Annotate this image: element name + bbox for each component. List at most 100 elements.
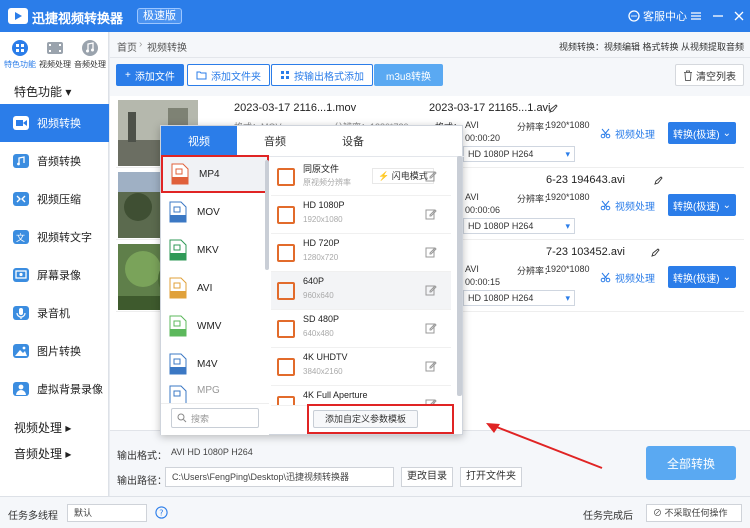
format-list-scrollbar[interactable] xyxy=(265,160,269,270)
section-audio-processing[interactable]: 音频处理 ▸ xyxy=(14,445,71,462)
preset-item-original[interactable]: 同原文件 原视频分辨率 ⚡ 闪电模式 xyxy=(271,158,451,196)
minimize-button[interactable] xyxy=(711,9,725,23)
edit-icon[interactable] xyxy=(425,208,437,220)
convert-all-button[interactable]: 全部转换 xyxy=(646,446,736,480)
sidebar-item-label: 音频转换 xyxy=(37,156,81,168)
video-process-label: 视频处理 xyxy=(615,130,655,141)
video-preset-icon xyxy=(277,320,295,338)
video-process-button[interactable]: 视频处理 xyxy=(600,126,655,141)
sidebar-item-virtual-bg[interactable]: 虚拟背景录像 xyxy=(0,370,109,408)
preset-item-4k-uhdtv[interactable]: 4K UHDTV 3840x2160 xyxy=(271,348,451,386)
flash-mode-label: 闪电模式 xyxy=(391,171,428,181)
preset-item-720p[interactable]: HD 720P 1280x720 xyxy=(271,234,451,272)
format-item-mov[interactable]: MOV xyxy=(161,193,269,231)
service-center-link[interactable]: 客服中心 xyxy=(628,9,687,23)
chat-icon xyxy=(628,10,640,22)
video-process-button[interactable]: 视频处理 xyxy=(600,270,655,285)
preset-item-640p[interactable]: 640P 960x640 xyxy=(271,272,451,310)
sidebar-item-audio-convert[interactable]: 音频转换 xyxy=(0,142,109,180)
clear-list-button[interactable]: 清空列表 xyxy=(675,64,744,86)
app-logo-icon xyxy=(8,7,28,25)
breadcrumb-current: 视频转换 xyxy=(147,43,187,54)
format-item-avi[interactable]: AVI xyxy=(161,269,269,307)
output-file-name: 6-23 194643.avi xyxy=(546,174,625,186)
grid-icon xyxy=(281,71,289,79)
convert-button[interactable]: 转换(极速) ⌄ xyxy=(668,194,736,216)
convert-button[interactable]: 转换(极速) ⌄ xyxy=(668,122,736,144)
preset-select[interactable]: HD 1080P H264 ▾ xyxy=(463,290,575,306)
m3u8-convert-button[interactable]: m3u8转换 xyxy=(374,64,444,86)
tab-video[interactable]: 视频 xyxy=(161,126,237,156)
search-input[interactable]: 搜索 xyxy=(171,408,259,428)
preset-value: HD 1080P H264 xyxy=(468,221,534,231)
edit-name-icon[interactable] xyxy=(651,248,660,257)
chevron-down-icon: ⌄ xyxy=(722,271,732,283)
screen-record-icon xyxy=(12,266,30,284)
preset-desc: 3840x2160 xyxy=(303,367,343,376)
close-button[interactable] xyxy=(732,9,746,23)
preset-item-480p[interactable]: SD 480P 640x480 xyxy=(271,310,451,348)
preset-select[interactable]: HD 1080P H264 ▾ xyxy=(463,218,575,234)
sidebar-item-video-to-text[interactable]: 文 视频转文字 xyxy=(0,218,109,256)
plus-icon: + xyxy=(125,69,131,81)
breadcrumb-links[interactable]: 视频转换：视频编辑 格式转换 从视频提取音频 xyxy=(559,40,744,53)
format-item-mkv[interactable]: MKV xyxy=(161,231,269,269)
output-path-field[interactable]: C:\Users\FengPing\Desktop\迅捷视频转换器 xyxy=(165,467,394,487)
multithread-select[interactable]: 默认 xyxy=(67,504,147,522)
recorder-icon xyxy=(12,304,30,322)
edit-icon[interactable] xyxy=(425,246,437,258)
annotation-arrow xyxy=(486,423,603,469)
edit-name-icon[interactable] xyxy=(549,104,558,113)
sidebar-item-video-compress[interactable]: 视频压缩 xyxy=(0,180,109,218)
after-complete-select[interactable]: ⊘ 不采取任何操作 xyxy=(646,504,742,522)
top-tab-label: 视频处理 xyxy=(39,60,71,69)
edit-icon[interactable] xyxy=(425,284,437,296)
video-process-button[interactable]: 视频处理 xyxy=(600,198,655,213)
preset-select[interactable]: HD 1080P H264 ▾ xyxy=(463,146,575,162)
format-item-wmv[interactable]: WMV xyxy=(161,307,269,345)
sidebar-item-recorder[interactable]: 录音机 xyxy=(0,294,109,332)
chevron-down-icon: ⌄ xyxy=(722,199,732,211)
menu-button[interactable] xyxy=(689,9,703,23)
output-resolution: 1920*1080 xyxy=(546,264,590,274)
sidebar-item-label: 图片转换 xyxy=(37,346,81,358)
preset-item-4k-full-aperture[interactable]: 4K Full Aperture xyxy=(271,386,451,406)
sidebar-item-image-convert[interactable]: 图片转换 xyxy=(0,332,109,370)
sidebar-item-screen-record[interactable]: 屏幕录像 xyxy=(0,256,109,294)
section-video-processing[interactable]: 视频处理 ▸ xyxy=(14,419,71,436)
format-label: WMV xyxy=(197,320,222,332)
sidebar-item-label: 虚拟背景录像 xyxy=(37,384,103,396)
help-icon[interactable]: ? xyxy=(155,506,168,519)
change-directory-button[interactable]: 更改目录 xyxy=(401,467,453,487)
add-folder-button[interactable]: 添加文件夹 xyxy=(187,64,270,86)
add-custom-template-button[interactable]: 添加自定义参数模板 xyxy=(313,410,418,428)
convert-button[interactable]: 转换(极速) ⌄ xyxy=(668,266,736,288)
add-by-format-label: 按输出格式添加 xyxy=(294,71,364,83)
edit-icon[interactable] xyxy=(425,170,437,182)
preset-list-scrollbar[interactable] xyxy=(457,156,462,396)
format-item-m4v[interactable]: M4V xyxy=(161,345,269,383)
edit-icon[interactable] xyxy=(425,322,437,334)
output-format: AVI xyxy=(465,120,479,130)
top-tab-video[interactable]: 视频处理 xyxy=(37,39,73,77)
wmv-file-icon xyxy=(169,315,187,337)
edit-icon[interactable] xyxy=(425,360,437,372)
section-featured[interactable]: 特色功能 ▾ xyxy=(14,83,71,100)
top-tab-audio[interactable]: 音频处理 xyxy=(72,39,108,77)
format-item-mp4[interactable]: MP4 xyxy=(161,155,269,193)
app-title: 迅捷视频转换器 xyxy=(32,11,124,26)
preset-item-1080p[interactable]: HD 1080P 1920x1080 xyxy=(271,196,451,234)
format-item-mpg[interactable]: MPG xyxy=(161,383,269,403)
edit-name-icon[interactable] xyxy=(654,176,663,185)
add-by-format-button[interactable]: 按输出格式添加 xyxy=(271,64,373,86)
breadcrumb-separator: › xyxy=(139,39,143,50)
tab-audio[interactable]: 音频 xyxy=(237,126,313,156)
breadcrumb-home[interactable]: 首页 xyxy=(117,39,137,54)
film-icon xyxy=(46,39,64,57)
top-tab-featured[interactable]: 特色功能 xyxy=(2,39,38,77)
tab-device[interactable]: 设备 xyxy=(313,126,393,156)
sidebar-item-video-convert[interactable]: 视频转换 xyxy=(0,104,109,142)
output-format-select[interactable]: AVI HD 1080P H264 xyxy=(165,443,375,463)
folder-icon xyxy=(196,71,207,80)
add-file-button[interactable]: + 添加文件 xyxy=(116,64,184,86)
